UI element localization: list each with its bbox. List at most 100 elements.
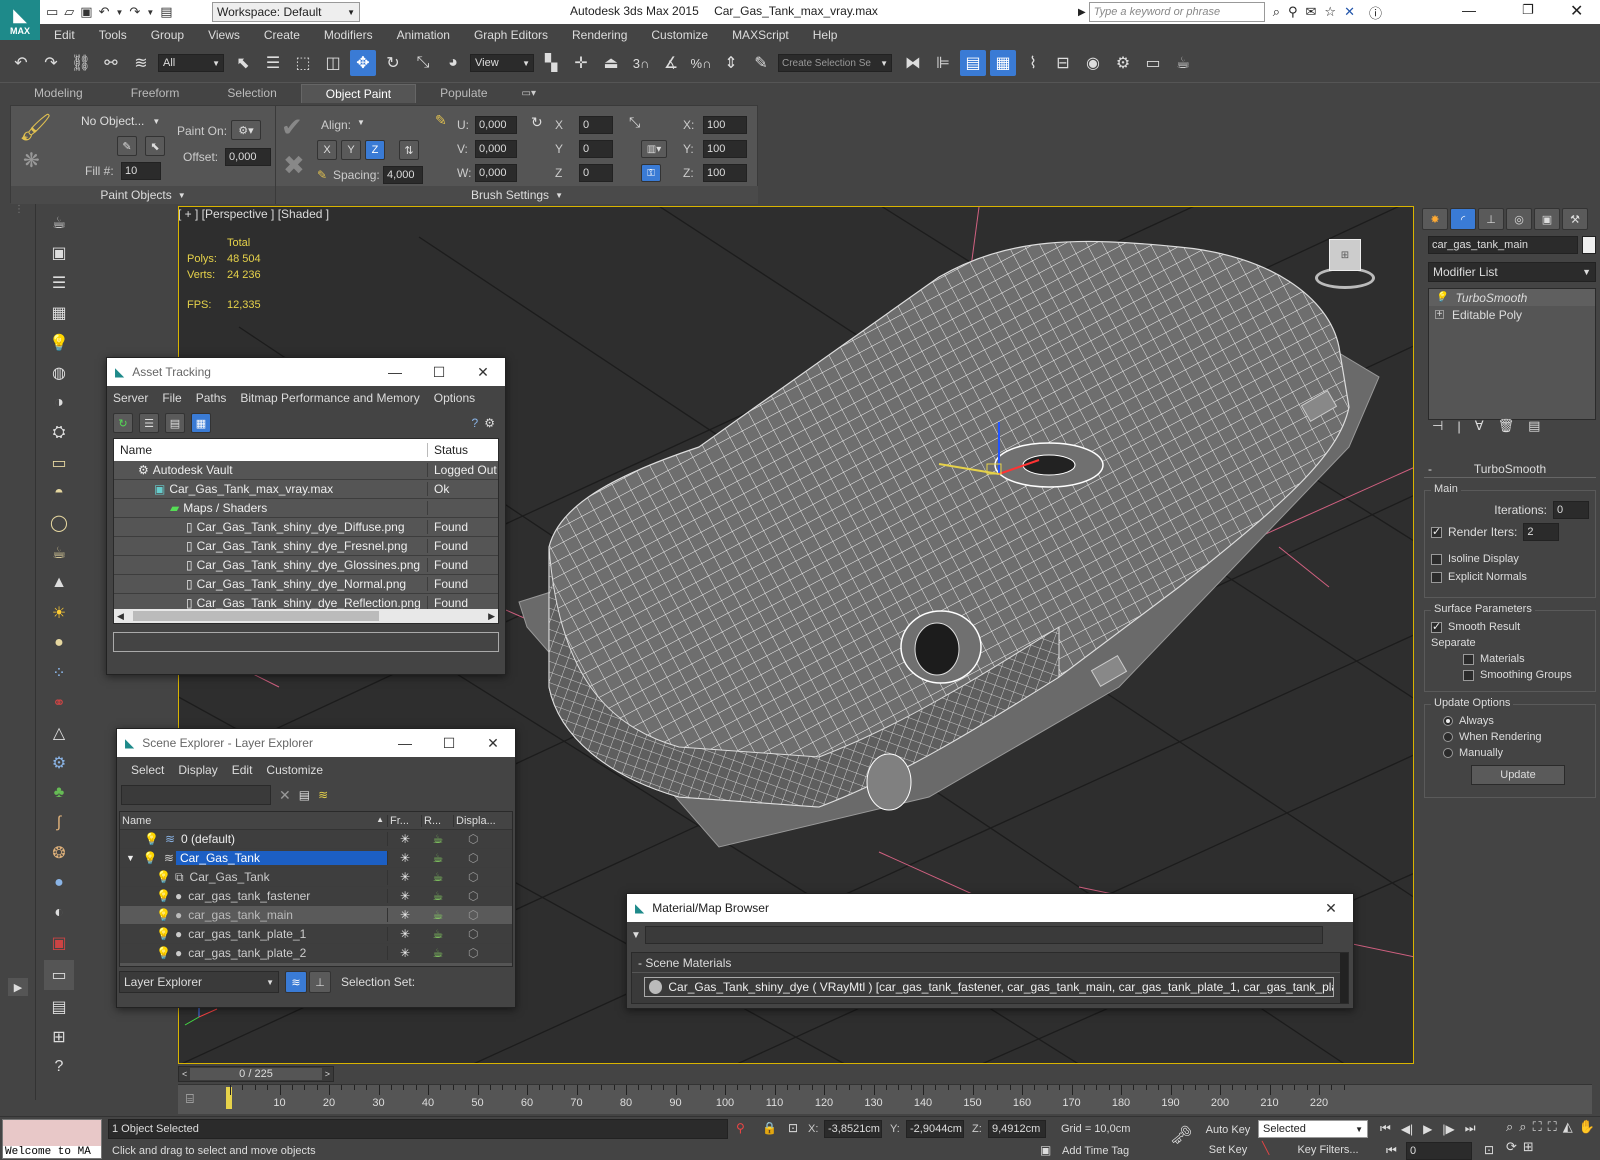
- object-name-field[interactable]: car_gas_tank_main: [1428, 236, 1578, 254]
- favorites-icon[interactable]: ☆: [1324, 4, 1336, 20]
- render-teapot-icon[interactable]: ☕: [422, 927, 454, 941]
- next-frame-icon[interactable]: >: [322, 1069, 333, 1079]
- half-sphere-icon[interactable]: ◑: [46, 390, 72, 416]
- layer-manager-icon[interactable]: ▤: [960, 50, 986, 76]
- render-iters-checkbox[interactable]: [1431, 525, 1442, 538]
- table-row[interactable]: ▯ Car_Gas_Tank_shiny_dye_Normal.png Found: [114, 575, 498, 594]
- light-bulb-icon[interactable]: 💡: [156, 927, 171, 941]
- no-object-select[interactable]: No Object... ▼: [81, 114, 169, 128]
- update-button[interactable]: Update: [1471, 765, 1565, 785]
- zoom-icon[interactable]: ⌕: [1506, 1119, 1513, 1135]
- scene-search-input[interactable]: [121, 785, 271, 805]
- horizontal-scrollbar[interactable]: ◀ ▶: [114, 609, 498, 623]
- scale-lock-icon[interactable]: ⚿: [641, 164, 661, 182]
- collapse-arrow-icon[interactable]: ▼: [126, 853, 135, 863]
- go-to-end-icon[interactable]: ⏭: [1465, 1121, 1476, 1136]
- gear-icon[interactable]: ⚙: [46, 750, 72, 776]
- stack-item-turbosmooth[interactable]: 💡 TurboSmooth: [1429, 289, 1595, 306]
- pin-stack-icon[interactable]: ⊣: [1432, 418, 1443, 434]
- undo-icon[interactable]: ↶: [99, 4, 110, 20]
- paint-on-icon[interactable]: ⚙▾: [231, 120, 261, 140]
- time-config-icon[interactable]: ⊡: [1484, 1143, 1494, 1157]
- isoline-checkbox[interactable]: [1431, 553, 1442, 565]
- key-icon[interactable]: 🗝: [1170, 1125, 1193, 1146]
- shell-icon[interactable]: ❂: [46, 840, 72, 866]
- camera-lens-icon[interactable]: ◐: [46, 900, 72, 926]
- stack-item-editable-poly[interactable]: + Editable Poly: [1429, 306, 1595, 323]
- absolute-mode-icon[interactable]: ⊡: [788, 1121, 798, 1135]
- close-button[interactable]: ✕: [471, 729, 515, 757]
- new-file-icon[interactable]: ▭: [46, 4, 58, 20]
- list-view-icon[interactable]: ☰: [139, 413, 159, 433]
- flip-axis-icon[interactable]: ⇅: [399, 140, 419, 160]
- minimize-button[interactable]: —: [373, 358, 417, 386]
- time-slider[interactable]: < 0 / 225 >: [178, 1066, 334, 1082]
- zoom-extents-all-icon[interactable]: ⛶: [1548, 1119, 1557, 1135]
- close-button[interactable]: ✕: [1309, 894, 1353, 922]
- exchange-icon[interactable]: ✕: [1344, 4, 1355, 20]
- camera-icon[interactable]: ◍: [46, 360, 72, 386]
- detail-view-icon[interactable]: ▤: [165, 413, 185, 433]
- help-icon[interactable]: ⓘ: [1369, 3, 1382, 22]
- edit-objects-icon[interactable]: ⬉: [145, 136, 165, 156]
- table-row[interactable]: ▣ Car_Gas_Tank_max_vray.max Ok: [114, 480, 498, 499]
- move-icon[interactable]: ✥: [350, 50, 376, 76]
- display-box-icon[interactable]: ⬡: [454, 851, 478, 865]
- rendered-frame-icon[interactable]: ▭: [1140, 50, 1166, 76]
- expand-arrow-icon[interactable]: ▶: [8, 978, 28, 996]
- tab-modeling[interactable]: Modeling: [10, 84, 107, 102]
- transform-gizmo[interactable]: [929, 412, 1049, 512]
- object-row[interactable]: 💡 ⧉ Car_Gas_Tank ✳ ☕ ⬡: [120, 868, 512, 887]
- maximize-button[interactable]: ❐: [1522, 2, 1534, 18]
- percent-snap-icon[interactable]: % ∩: [688, 50, 714, 76]
- mirror-icon[interactable]: ⧓: [900, 50, 926, 76]
- layer-mode-icon[interactable]: ≋: [285, 971, 307, 993]
- column-display[interactable]: Displa...: [454, 815, 496, 827]
- x-coord-input[interactable]: -3,8521cm: [824, 1120, 882, 1138]
- pyramid-icon[interactable]: △: [46, 720, 72, 746]
- rollout-header[interactable]: - TurboSmooth: [1424, 460, 1596, 478]
- close-button[interactable]: ✕: [1570, 1, 1583, 21]
- render-teapot-icon[interactable]: ☕: [422, 946, 454, 960]
- tab-object-paint[interactable]: Object Paint: [300, 83, 417, 103]
- maxscript-listener[interactable]: Welcome to MA: [2, 1119, 102, 1159]
- orbit-icon[interactable]: ⟳: [1506, 1139, 1517, 1155]
- toolbar-grip-icon[interactable]: ⋮: [14, 204, 24, 215]
- fov-icon[interactable]: ◭: [1563, 1119, 1573, 1135]
- tab-populate[interactable]: Populate: [416, 84, 511, 102]
- box-icon[interactable]: ▭: [46, 450, 72, 476]
- dome-icon[interactable]: ◓: [46, 480, 72, 506]
- angle-snap-icon[interactable]: ∡: [658, 50, 684, 76]
- display-box-icon[interactable]: ⬡: [454, 832, 478, 846]
- table-row[interactable]: ▯ Car_Gas_Tank_shiny_dye_Fresnel.png Found: [114, 537, 498, 556]
- modify-tab-icon[interactable]: ◜: [1450, 208, 1476, 230]
- place-icon[interactable]: ◕: [440, 50, 466, 76]
- render-target-icon[interactable]: ▣: [46, 930, 72, 956]
- display-box-icon[interactable]: ⬡: [454, 927, 478, 941]
- iterations-input[interactable]: 0: [1553, 501, 1589, 519]
- redo-icon[interactable]: ↷: [129, 4, 140, 20]
- light-bulb-icon[interactable]: 💡: [156, 889, 171, 903]
- scroll-left-icon[interactable]: ◀: [114, 611, 127, 622]
- render-setup-icon[interactable]: ⚙: [1110, 50, 1136, 76]
- freeze-icon[interactable]: ✳: [388, 889, 422, 903]
- commit-check-icon[interactable]: ✔: [281, 112, 303, 143]
- chevron-down-icon[interactable]: ▼: [357, 118, 365, 127]
- z-coord-input[interactable]: 9,4912cm: [988, 1120, 1046, 1138]
- minimize-button[interactable]: —: [1462, 2, 1476, 18]
- spinner-snap-icon[interactable]: ⇕: [718, 50, 744, 76]
- menu-options[interactable]: Options: [434, 391, 475, 405]
- menu-edit[interactable]: Edit: [54, 28, 75, 42]
- axis-z-button[interactable]: Z: [365, 140, 385, 160]
- set-key-icon[interactable]: ╲: [1262, 1141, 1269, 1155]
- asset-tracking-titlebar[interactable]: ◣ Asset Tracking — ☐ ✕: [107, 358, 505, 386]
- scale-icon[interactable]: ⤡: [629, 114, 640, 131]
- maximize-button[interactable]: ☐: [417, 358, 461, 386]
- render-frame-icon[interactable]: ▣: [46, 240, 72, 266]
- expand-plus-icon[interactable]: +: [1435, 309, 1444, 320]
- next-key-icon[interactable]: |▶: [1442, 1122, 1454, 1136]
- menu-views[interactable]: Views: [208, 28, 240, 42]
- object-color-swatch[interactable]: [1582, 236, 1596, 254]
- light-bulb-icon[interactable]: 💡: [156, 870, 171, 884]
- sphere-icon[interactable]: ◯: [46, 510, 72, 536]
